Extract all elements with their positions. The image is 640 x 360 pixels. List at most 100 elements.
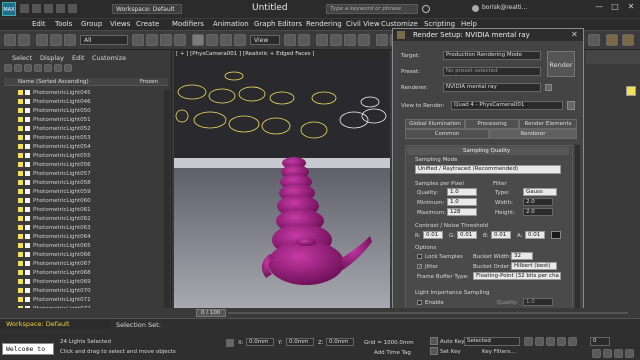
workspace-selector-bottom[interactable]: Workspace: Default — [0, 319, 110, 329]
quick-access-icons[interactable] — [20, 4, 110, 14]
lightbulb-icon[interactable] — [18, 144, 23, 149]
menu-scripting[interactable]: Scripting — [424, 20, 455, 28]
enable-checkbox[interactable] — [417, 300, 422, 305]
window-crossing-icon[interactable] — [174, 34, 186, 46]
list-item[interactable]: PhotometricLight067 — [18, 261, 158, 268]
list-item[interactable]: PhotometricLight061 — [18, 207, 158, 214]
undo-icon[interactable] — [4, 34, 16, 46]
lightbulb-icon[interactable] — [18, 225, 23, 230]
filter-helpers-icon[interactable] — [54, 64, 62, 72]
lightbulb-icon[interactable] — [18, 297, 23, 302]
list-item[interactable]: PhotometricLight050 — [18, 108, 158, 115]
list-item[interactable]: PhotometricLight063 — [18, 225, 158, 232]
workspace-selector[interactable]: Workspace: Default — [112, 4, 182, 14]
redo-icon[interactable] — [18, 34, 30, 46]
list-item[interactable]: PhotometricLight069 — [18, 279, 158, 286]
menu-tools[interactable]: Tools — [55, 20, 72, 28]
viewport-label[interactable]: [ + ] [PhysCamera001 ] [Realistic + Edge… — [176, 51, 314, 57]
jitter-checkbox[interactable]: ✓ — [417, 264, 422, 270]
lightbulb-icon[interactable] — [18, 117, 23, 122]
contrast-b-spinner[interactable]: 0.01 — [491, 231, 511, 239]
move-icon[interactable] — [192, 34, 204, 46]
list-item[interactable]: PhotometricLight068 — [18, 270, 158, 277]
filter-lights-icon[interactable] — [34, 64, 42, 72]
renderer-dropdown[interactable]: NVIDIA mental ray — [443, 83, 541, 92]
minimize-button[interactable]: — — [592, 2, 606, 14]
timeline-track[interactable] — [228, 312, 628, 314]
rectangular-selection-icon[interactable] — [160, 34, 172, 46]
width-spinner[interactable]: 2.0 — [523, 198, 553, 206]
list-item[interactable]: PhotometricLight051 — [18, 117, 158, 124]
filter-shapes-icon[interactable] — [24, 64, 32, 72]
lightbulb-icon[interactable] — [18, 90, 23, 95]
x-coordinate-field[interactable]: 0.0mm — [246, 338, 274, 346]
lightbulb-icon[interactable] — [18, 180, 23, 185]
current-frame-field[interactable]: 0 — [590, 337, 610, 346]
contrast-a-spinner[interactable]: 0.01 — [525, 231, 545, 239]
contrast-color-swatch[interactable] — [551, 231, 561, 239]
list-item[interactable]: PhotometricLight070 — [18, 288, 158, 295]
go-to-start-icon[interactable] — [524, 337, 533, 346]
filter-cameras-icon[interactable] — [44, 64, 52, 72]
search-icon[interactable] — [422, 5, 430, 13]
tab-select[interactable]: Select — [12, 54, 32, 62]
tab-customize[interactable]: Customize — [92, 54, 126, 62]
zoom-icon[interactable] — [592, 349, 601, 358]
auto-key-icon[interactable] — [430, 337, 438, 345]
lightbulb-icon[interactable] — [18, 234, 23, 239]
menu-rendering[interactable]: Rendering — [306, 20, 342, 28]
dialog-titlebar[interactable]: Render Setup: NVIDIA mental ray ✕ — [393, 29, 583, 41]
bucket-width-spinner[interactable]: 32 — [511, 252, 533, 260]
quality2-spinner[interactable]: 1.0 — [523, 298, 553, 306]
lightbulb-icon[interactable] — [18, 189, 23, 194]
add-time-tag[interactable]: Add Time Tag — [374, 350, 411, 356]
spinner-snap-icon[interactable] — [358, 34, 370, 46]
user-icon[interactable] — [472, 5, 479, 12]
tab-render-elements[interactable]: Render Elements — [519, 119, 577, 129]
list-item[interactable]: PhotometricLight058 — [18, 180, 158, 187]
lightbulb-icon[interactable] — [18, 270, 23, 275]
preset-dropdown[interactable]: No preset selected — [443, 67, 541, 76]
time-slider-handle[interactable]: 0 / 100 — [196, 309, 226, 317]
menu-graph-editors[interactable]: Graph Editors — [254, 20, 302, 28]
list-item[interactable]: PhotometricLight054 — [18, 144, 158, 151]
save-file-icon[interactable] — [545, 84, 552, 91]
lightbulb-icon[interactable] — [18, 135, 23, 140]
column-name-header[interactable]: Name (Sorted Ascending) — [18, 78, 89, 86]
lightbulb-icon[interactable] — [18, 162, 23, 167]
menu-animation[interactable]: Animation — [213, 20, 249, 28]
bind-space-warp-icon[interactable] — [64, 34, 76, 46]
quality-spinner[interactable]: 1.0 — [447, 188, 477, 196]
select-by-name-icon[interactable] — [146, 34, 158, 46]
list-item[interactable]: PhotometricLight066 — [18, 252, 158, 259]
lightbulb-icon[interactable] — [18, 216, 23, 221]
filter-icon[interactable] — [4, 64, 12, 72]
pan-icon[interactable] — [603, 349, 612, 358]
maximize-button[interactable]: □ — [608, 2, 622, 14]
angle-snap-icon[interactable] — [330, 34, 342, 46]
menu-create[interactable]: Create — [136, 20, 159, 28]
list-item[interactable]: PhotometricLight060 — [18, 198, 158, 205]
user-name[interactable]: borisk@realti... — [482, 4, 527, 11]
lightbulb-icon[interactable] — [18, 243, 23, 248]
menu-views[interactable]: Views — [110, 20, 130, 28]
lightbulb-icon[interactable] — [18, 198, 23, 203]
select-and-manipulate-icon[interactable] — [298, 34, 310, 46]
app-logo-icon[interactable]: MAX — [2, 2, 16, 16]
rotate-icon[interactable] — [206, 34, 218, 46]
tab-global-illumination[interactable]: Global Illumination — [405, 119, 465, 129]
tab-display[interactable]: Display — [40, 54, 64, 62]
tab-edit[interactable]: Edit — [72, 54, 85, 62]
dialog-scrollbar[interactable] — [575, 145, 580, 317]
list-item[interactable]: PhotometricLight046 — [18, 99, 158, 106]
tab-renderer[interactable]: Renderer — [489, 129, 577, 139]
lightbulb-icon[interactable] — [18, 288, 23, 293]
auto-key-button[interactable]: Auto Key — [440, 339, 465, 345]
filter-geometry-icon[interactable] — [14, 64, 22, 72]
tab-processing[interactable]: Processing — [465, 119, 519, 129]
close-button[interactable]: ✕ — [624, 2, 638, 14]
list-item[interactable]: PhotometricLight053 — [18, 135, 158, 142]
frame-buffer-dropdown[interactable]: Floating-Point (32 bits per cha — [473, 272, 561, 280]
lightbulb-icon[interactable] — [18, 171, 23, 176]
list-item[interactable]: PhotometricLight045 — [18, 90, 158, 97]
